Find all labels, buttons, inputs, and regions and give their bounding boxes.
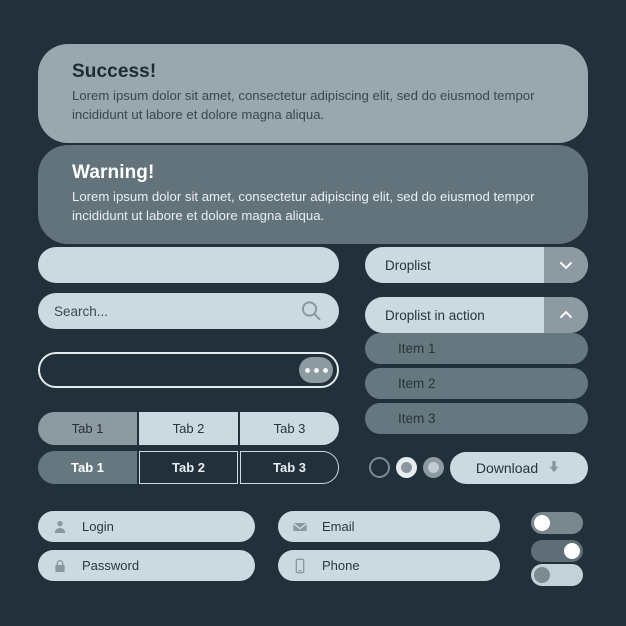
ui-kit-canvas: Success! Lorem ipsum dolor sit amet, con… bbox=[0, 0, 626, 626]
phone-field-label: Phone bbox=[322, 558, 360, 573]
droplist-item-3[interactable]: Item 3 bbox=[365, 403, 588, 434]
chevron-up-icon[interactable] bbox=[544, 297, 588, 333]
text-input-outlined[interactable] bbox=[38, 352, 339, 388]
more-options-icon[interactable] bbox=[299, 357, 333, 383]
mobile-phone-icon bbox=[292, 558, 308, 574]
email-field[interactable]: Email bbox=[278, 511, 500, 542]
search-input[interactable]: Search... bbox=[38, 293, 339, 329]
toggle-switch-2[interactable] bbox=[531, 540, 583, 562]
dot bbox=[313, 367, 319, 373]
radio-button-2[interactable] bbox=[396, 457, 417, 478]
login-field-label: Login bbox=[82, 519, 114, 534]
tab-light-1[interactable]: Tab 1 bbox=[38, 412, 137, 445]
tab-outlined-2[interactable]: Tab 2 bbox=[139, 451, 238, 484]
toggle-knob bbox=[534, 515, 550, 531]
tab-outlined-1[interactable]: Tab 1 bbox=[38, 451, 137, 484]
droplist-expanded-label: Droplist in action bbox=[385, 307, 485, 323]
dot bbox=[304, 367, 310, 373]
droplist-collapsed-label: Droplist bbox=[385, 257, 431, 273]
alert-success-title: Success! bbox=[72, 61, 157, 82]
password-field-label: Password bbox=[82, 558, 140, 573]
toggle-switch-3[interactable] bbox=[531, 564, 583, 586]
tab-outlined-3[interactable]: Tab 3 bbox=[240, 451, 339, 484]
search-input-placeholder: Search... bbox=[54, 303, 109, 319]
droplist-collapsed[interactable]: Droplist bbox=[365, 247, 588, 283]
radio-button-1[interactable] bbox=[369, 457, 390, 478]
tab-group-light: Tab 1 Tab 2 Tab 3 bbox=[38, 412, 339, 445]
radio-dot bbox=[428, 462, 439, 473]
user-icon bbox=[52, 519, 68, 535]
alert-warning-body: Lorem ipsum dolor sit amet, consectetur … bbox=[72, 189, 535, 223]
radio-dot bbox=[401, 462, 412, 473]
toggle-switch-1[interactable] bbox=[531, 512, 583, 534]
login-field[interactable]: Login bbox=[38, 511, 255, 542]
toggle-knob bbox=[534, 567, 550, 583]
alert-warning: Warning! Lorem ipsum dolor sit amet, con… bbox=[38, 145, 588, 245]
tab-light-2[interactable]: Tab 2 bbox=[137, 412, 238, 445]
alert-warning-title: Warning! bbox=[72, 162, 155, 183]
radio-button-3[interactable] bbox=[423, 457, 444, 478]
text-input-empty[interactable] bbox=[38, 247, 339, 283]
download-button-label: Download bbox=[475, 460, 539, 476]
password-field[interactable]: Password bbox=[38, 550, 255, 581]
download-arrow-icon bbox=[546, 459, 562, 478]
tab-light-3[interactable]: Tab 3 bbox=[238, 412, 339, 445]
droplist-expanded[interactable]: Droplist in action bbox=[365, 297, 588, 333]
chevron-down-icon[interactable] bbox=[544, 247, 588, 283]
droplist-item-2[interactable]: Item 2 bbox=[365, 368, 588, 399]
download-button[interactable]: Download bbox=[450, 452, 588, 484]
tab-group-outlined: Tab 1 Tab 2 Tab 3 bbox=[38, 451, 339, 484]
phone-field[interactable]: Phone bbox=[278, 550, 500, 581]
search-icon[interactable] bbox=[299, 299, 323, 323]
dot bbox=[322, 367, 328, 373]
droplist-item-1[interactable]: Item 1 bbox=[365, 333, 588, 364]
alert-success-body: Lorem ipsum dolor sit amet, consectetur … bbox=[72, 88, 535, 122]
alert-success: Success! Lorem ipsum dolor sit amet, con… bbox=[38, 44, 588, 144]
envelope-icon bbox=[292, 519, 308, 535]
toggle-knob bbox=[564, 543, 580, 559]
lock-icon bbox=[52, 558, 68, 574]
email-field-label: Email bbox=[322, 519, 355, 534]
